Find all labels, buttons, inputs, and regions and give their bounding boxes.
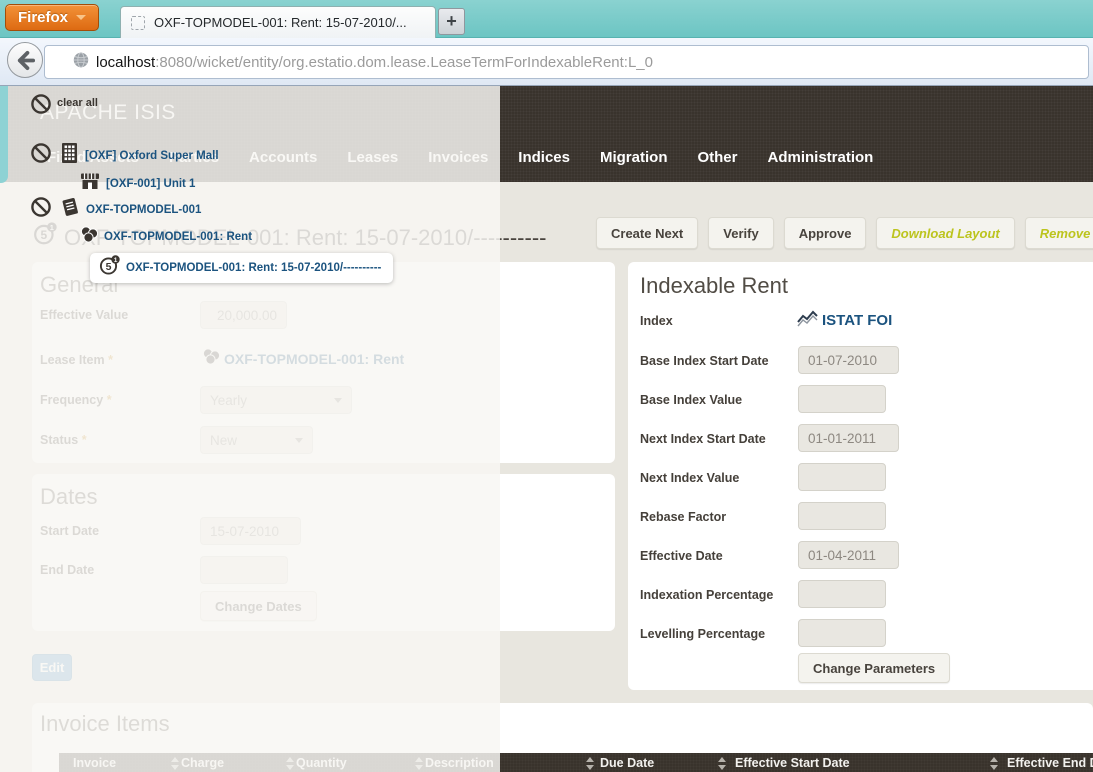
levelling-percentage-input[interactable] xyxy=(798,619,886,647)
base-index-start-date-input[interactable] xyxy=(798,346,899,374)
levelling-percentage-label: Levelling Percentage xyxy=(640,627,766,641)
nav-item-other[interactable]: Other xyxy=(697,149,737,166)
index-link[interactable]: ISTAT FOI xyxy=(822,312,892,329)
globe-icon xyxy=(73,51,89,73)
base-index-value-input[interactable] xyxy=(798,385,886,413)
bookmark-item-unit[interactable]: [OXF-001] Unit 1 xyxy=(80,172,195,195)
approve-button[interactable]: Approve xyxy=(783,217,867,249)
bookmark-panel-edge xyxy=(0,86,8,183)
nav-item-migration[interactable]: Migration xyxy=(600,149,668,166)
shop-icon xyxy=(80,172,100,195)
index-label: Index xyxy=(640,314,673,328)
chevron-down-icon xyxy=(76,15,87,20)
effective-date-input[interactable] xyxy=(798,541,899,569)
remove-bookmark-ban-icon[interactable] xyxy=(30,142,52,164)
change-parameters-button[interactable]: Change Parameters xyxy=(798,653,951,683)
indexation-percentage-label: Indexation Percentage xyxy=(640,588,774,602)
bookmark-item-lease-item[interactable]: OXF-TOPMODEL-001: Rent xyxy=(80,226,252,248)
lease-icon xyxy=(60,197,80,222)
create-next-button[interactable]: Create Next xyxy=(596,217,699,249)
rebase-factor-label: Rebase Factor xyxy=(640,510,727,524)
browser-tab[interactable]: OXF-TOPMODEL-001: Rent: 15-07-2010/... xyxy=(120,6,436,38)
base-index-value-label: Base Index Value xyxy=(640,393,743,407)
indexation-percentage-input[interactable] xyxy=(798,580,886,608)
overlay-veil xyxy=(0,86,500,772)
next-index-value-label: Next Index Value xyxy=(640,471,740,485)
bookmark-item-property[interactable]: [OXF] Oxford Super Mall xyxy=(60,143,219,168)
bookmark-item-lease[interactable]: OXF-TOPMODEL-001 xyxy=(60,197,201,222)
effective-date-label: Effective Date xyxy=(640,549,723,563)
clear-all-button[interactable]: clear all xyxy=(57,97,98,109)
nav-item-indices[interactable]: Indices xyxy=(518,149,570,166)
new-tab-button[interactable]: + xyxy=(438,8,465,35)
column-header-due-date[interactable]: Due Date xyxy=(600,756,654,770)
remove-button[interactable]: Remove xyxy=(1024,217,1093,249)
download-layout-button[interactable]: Download Layout xyxy=(876,217,1015,249)
next-index-start-date-input[interactable] xyxy=(798,424,899,452)
column-header-effective-end-date[interactable]: Effective End Date xyxy=(1007,756,1093,770)
rebase-factor-input[interactable] xyxy=(798,502,886,530)
verify-button[interactable]: Verify xyxy=(708,217,774,249)
column-header-effective-start-date[interactable]: Effective Start Date xyxy=(735,756,850,770)
screenshot-root: APACHE ISIS Fixed Assets Parties Account… xyxy=(0,0,1093,772)
next-index-value-input[interactable] xyxy=(798,463,886,491)
sort-icon[interactable] xyxy=(718,757,727,770)
sort-icon[interactable] xyxy=(990,757,999,770)
remove-bookmark-ban-icon[interactable] xyxy=(30,196,52,218)
url-bar[interactable]: localhost:8080/wicket/entity/org.estatio… xyxy=(44,45,1089,79)
building-icon xyxy=(60,143,79,168)
sort-icon[interactable] xyxy=(586,757,595,770)
url-text: localhost:8080/wicket/entity/org.estatio… xyxy=(96,53,653,71)
next-index-start-date-label: Next Index Start Date xyxy=(640,432,766,446)
firefox-menu-button[interactable]: Firefox xyxy=(5,4,100,31)
term-icon xyxy=(99,254,121,281)
coins-icon xyxy=(80,226,99,248)
base-index-start-date-label: Base Index Start Date xyxy=(640,354,769,368)
action-button-bar: Create Next Verify Approve Download Layo… xyxy=(596,217,1093,249)
bookmark-item-lease-term-selected[interactable]: OXF-TOPMODEL-001: Rent: 15-07-2010/-----… xyxy=(90,253,394,283)
indexable-rent-panel: Indexable Rent Index ISTAT FOI Base Inde… xyxy=(628,262,1093,690)
nav-item-administration[interactable]: Administration xyxy=(768,149,874,166)
index-chart-icon xyxy=(796,309,819,333)
back-button[interactable] xyxy=(7,42,43,78)
browser-navbar: localhost:8080/wicket/entity/org.estatio… xyxy=(0,38,1093,86)
tab-title: OXF-TOPMODEL-001: Rent: 15-07-2010/... xyxy=(154,15,407,30)
favicon-placeholder-icon xyxy=(131,15,145,30)
indexable-rent-heading: Indexable Rent xyxy=(640,273,788,298)
clear-all-ban-icon[interactable] xyxy=(30,93,52,115)
